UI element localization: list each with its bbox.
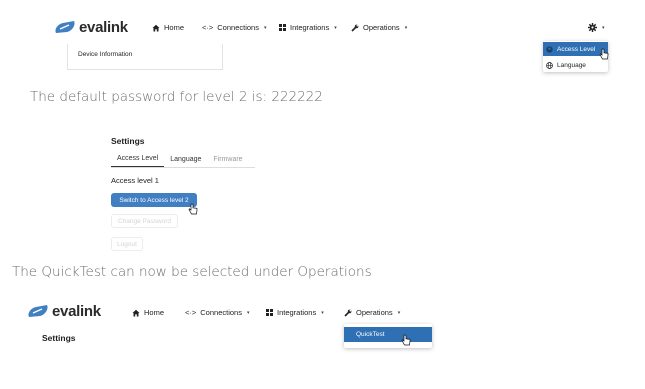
caption-quicktest: The QuickTest can now be selected under … [12,264,372,280]
nav-operations[interactable]: Operations ▾ [351,23,407,32]
grid-icon [266,309,273,316]
tab-firmware[interactable]: Firmware [207,151,248,167]
evalink-logo-icon [28,304,48,317]
arrows-left-right-icon: <·> [202,23,214,32]
caret-down-icon: ▾ [263,24,267,31]
gear-icon [588,23,597,32]
operations-dropdown: QuickTest [344,324,432,348]
caption-default-password: The default password for level 2 is: 222… [30,89,323,105]
nav-home[interactable]: Home [132,308,164,317]
caret-down-icon: ▾ [602,24,605,31]
caret-down-icon: ▾ [321,309,324,316]
wrench-icon [351,24,359,32]
nav-integrations[interactable]: Integrations ▾ [266,308,324,317]
home-icon [132,309,140,317]
brand-logo[interactable]: evalink [54,19,128,36]
device-information-card: Device Information [67,44,223,70]
dropdown-item-quicktest[interactable]: QuickTest [344,327,432,342]
nav-connections-label: Connections [200,308,242,317]
dropdown-item-label: Access Level [557,45,596,53]
brand-name: evalink [52,303,101,320]
user-circle-icon [546,45,553,53]
switch-access-level-button[interactable]: Switch to Access level 2 [111,193,197,207]
tab-language[interactable]: Language [164,151,207,167]
caret-down-icon: ▾ [246,309,250,316]
grid-icon [279,24,286,31]
settings-title: Settings [42,333,76,343]
nav-home[interactable]: Home [152,23,184,32]
nav-connections[interactable]: <·> Connections ▾ [185,308,249,317]
hand-cursor-icon [401,334,411,346]
dropdown-item-label: Language [557,61,586,69]
caret-down-icon: ▾ [404,24,408,31]
caret-down-icon: ▾ [334,24,337,31]
home-icon [152,24,160,32]
nav-operations-label: Operations [363,23,400,32]
nav-operations-label: Operations [356,308,393,317]
hand-cursor-icon [188,203,198,215]
tab-access-level[interactable]: Access Level [111,151,165,167]
evalink-logo-icon [55,20,75,33]
settings-tabs: Access Level Language Firmware [111,151,255,168]
nav-operations[interactable]: Operations ▾ [344,308,400,317]
nav-integrations-label: Integrations [277,308,317,317]
access-level-text: Access level 1 [111,176,159,185]
globe-icon [546,61,553,69]
brand-logo[interactable]: evalink [27,303,101,320]
dropdown-item-language[interactable]: Language [543,58,608,72]
device-information-title: Device Information [78,51,133,58]
settings-menu-toggle[interactable]: ▾ [588,23,605,32]
nav-integrations-label: Integrations [290,23,330,32]
nav-home-label: Home [144,308,165,317]
nav-connections-label: Connections [217,23,259,32]
nav-integrations[interactable]: Integrations ▾ [279,23,337,32]
dropdown-item-label: QuickTest [356,331,385,338]
nav-home-label: Home [164,23,185,32]
brand-name: evalink [79,19,128,36]
logout-button[interactable]: Logout [111,237,143,251]
change-password-button[interactable]: Change Password [111,214,178,228]
settings-title: Settings [111,136,145,146]
hand-cursor-icon [599,48,609,60]
caret-down-icon: ▾ [397,309,401,316]
wrench-icon [344,309,352,317]
nav-connections[interactable]: <·> Connections ▾ [202,23,266,32]
arrows-left-right-icon: <·> [185,308,197,317]
